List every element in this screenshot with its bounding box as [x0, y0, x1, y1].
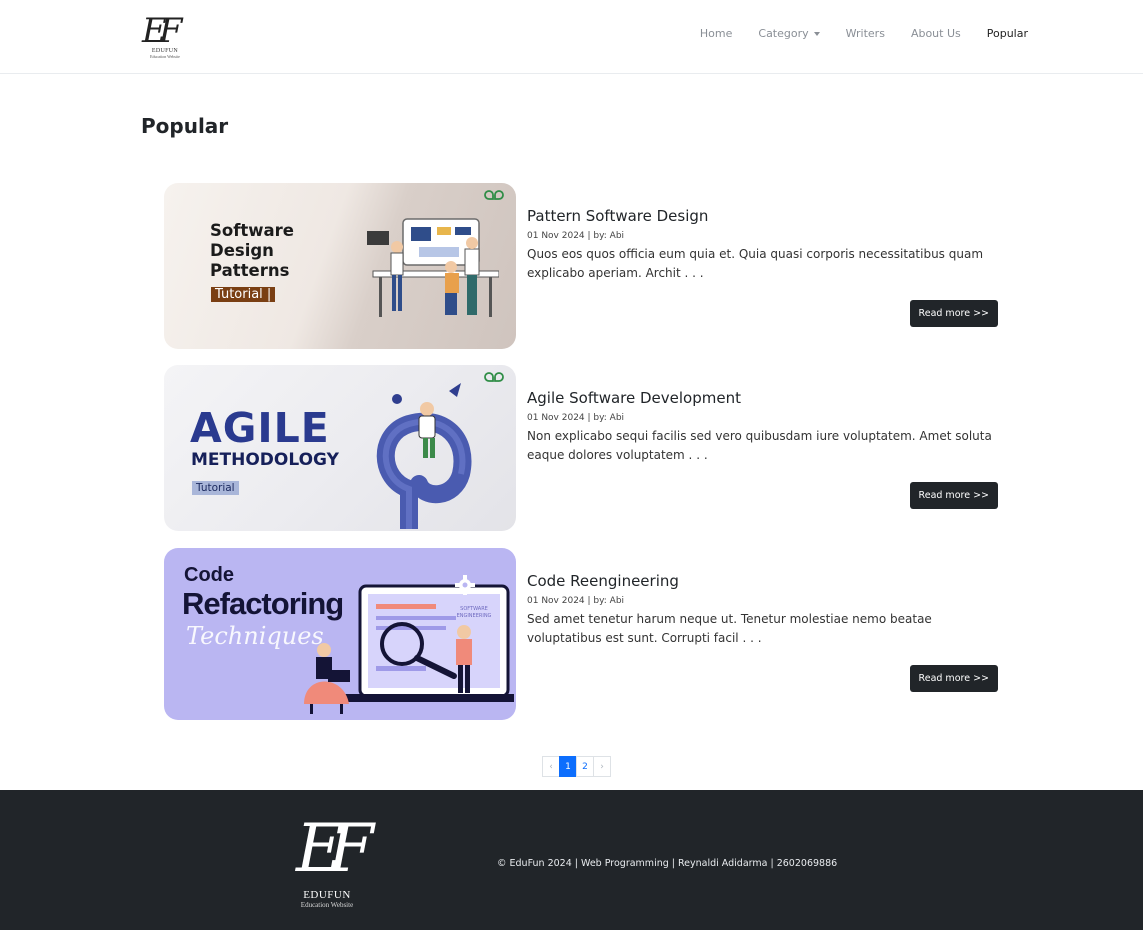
- pagination-next[interactable]: ›: [593, 756, 611, 777]
- post-meta: 01 Nov 2024 | by: Abi: [527, 231, 625, 241]
- footer-logo-mark: EF: [296, 810, 374, 887]
- nav-category-label: Category: [758, 27, 809, 40]
- thumb-title-line2: Refactoring: [182, 586, 344, 621]
- read-more-button[interactable]: Read more >>: [909, 482, 998, 509]
- nav-category-dropdown[interactable]: Category: [745, 27, 832, 40]
- post-title[interactable]: Code Reengineering: [527, 572, 998, 590]
- post-thumbnail[interactable]: AGILE METHODOLOGY Tutorial: [164, 365, 516, 531]
- brand-logo[interactable]: EF EDUFUN Education Website: [142, 12, 188, 64]
- pagination-page-2[interactable]: 2: [576, 756, 594, 777]
- thumb-title: Software Design Patterns: [210, 221, 294, 280]
- post-excerpt: Sed amet tenetur harum neque ut. Tenetur…: [527, 612, 932, 645]
- post-title[interactable]: Pattern Software Design: [527, 207, 998, 225]
- nav-writers[interactable]: Writers: [833, 27, 898, 40]
- footer: EF EDUFUN Education Website © EduFun 202…: [0, 790, 1143, 930]
- thumb-title-line3: Techniques: [186, 622, 324, 650]
- page-title: Popular: [141, 114, 229, 138]
- read-more-button[interactable]: Read more >>: [909, 300, 998, 327]
- thumb-tag: Tutorial |: [211, 287, 276, 302]
- read-more-button[interactable]: Read more >>: [909, 665, 998, 692]
- footer-brand-subtitle: Education Website: [300, 901, 354, 909]
- post-card: Software Design Patterns Tutorial | Patt…: [164, 183, 998, 349]
- nav-popular[interactable]: Popular: [974, 27, 1041, 40]
- brand-mark: EF: [142, 11, 182, 51]
- gfg-logo-icon: [484, 190, 504, 200]
- thumb-subtitle: METHODOLOGY: [191, 450, 339, 470]
- post-thumbnail[interactable]: Software Design Patterns Tutorial |: [164, 183, 516, 349]
- footer-brand-name: EDUFUN: [303, 889, 351, 901]
- post-body: Agile Software Development 01 Nov 2024 |…: [527, 389, 998, 465]
- navbar: EF EDUFUN Education Website Home Categor…: [0, 0, 1143, 74]
- copyright-text: © EduFun 2024 | Web Programming | Reynal…: [497, 858, 838, 869]
- post-excerpt: Quos eos quos officia eum quia et. Quia …: [527, 247, 984, 280]
- post-thumbnail[interactable]: Code Refactoring Techniques SOFTWARE ENG…: [164, 548, 516, 720]
- gear-icon: [455, 575, 475, 595]
- main-nav: Home Category Writers About Us Popular: [687, 27, 1041, 40]
- post-body: Pattern Software Design 01 Nov 2024 | by…: [527, 207, 998, 283]
- post-title[interactable]: Agile Software Development: [527, 389, 998, 407]
- post-card: Code Refactoring Techniques SOFTWARE ENG…: [164, 548, 998, 720]
- thumb-title-line1: Code: [184, 564, 234, 586]
- post-meta: 01 Nov 2024 | by: Abi: [527, 596, 625, 606]
- team-illustration: [367, 218, 499, 317]
- footer-logo: EF EDUFUN Education Website: [281, 810, 374, 910]
- agile-loop-illustration: [376, 383, 472, 529]
- thumb-title: AGILE: [190, 404, 330, 452]
- post-meta: 01 Nov 2024 | by: Abi: [527, 413, 625, 423]
- post-body: Code Reengineering 01 Nov 2024 | by: Abi…: [527, 572, 998, 648]
- caret-down-icon: [813, 31, 820, 36]
- nav-home[interactable]: Home: [687, 27, 745, 40]
- pagination-page-1[interactable]: 1: [559, 756, 577, 777]
- pagination: ‹ 1 2 ›: [542, 756, 611, 777]
- post-card: AGILE METHODOLOGY Tutorial Agile Softwar…: [164, 365, 998, 531]
- brand-subtitle: Education Website: [150, 54, 180, 59]
- thumb-screen-label: SOFTWARE ENGINEERING: [456, 606, 492, 619]
- post-excerpt: Non explicabo sequi facilis sed vero qui…: [527, 429, 992, 462]
- nav-about-us[interactable]: About Us: [898, 27, 974, 40]
- thumb-tag: Tutorial: [192, 481, 239, 495]
- pagination-prev[interactable]: ‹: [542, 756, 560, 777]
